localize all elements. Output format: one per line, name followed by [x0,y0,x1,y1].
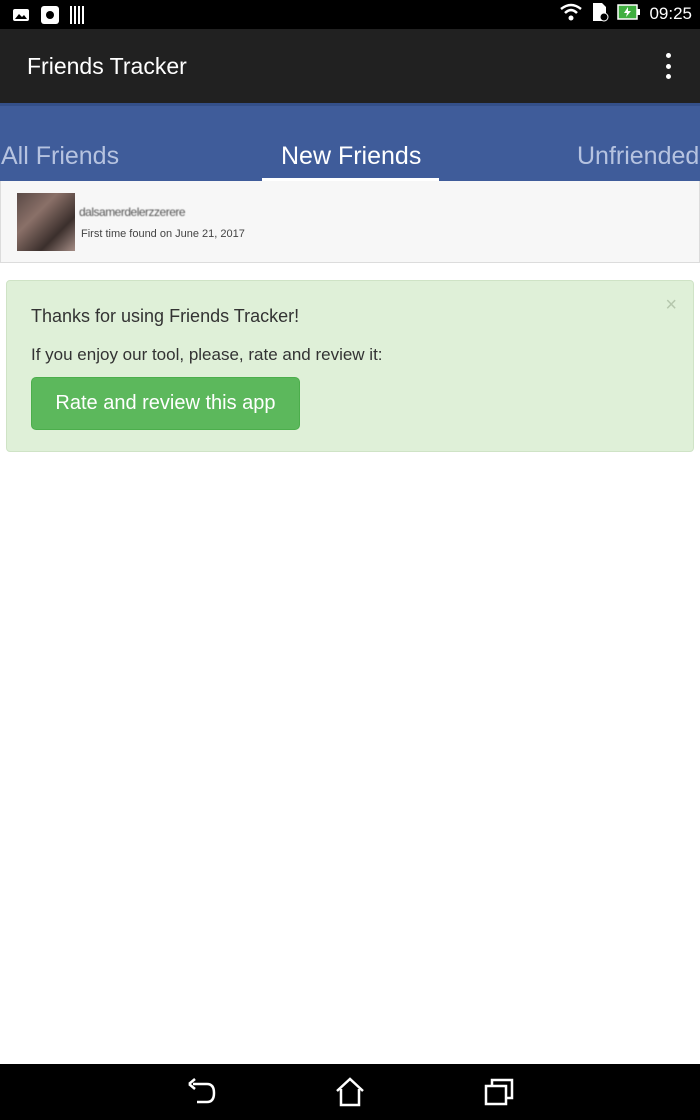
back-icon[interactable] [185,1076,219,1108]
friend-found-date: First time found on June 21, 2017 [81,228,245,240]
tab-unfriended[interactable]: Unfriended [577,142,699,171]
barcode-icon [70,6,84,29]
image-icon [12,7,30,28]
friend-list-item[interactable]: dalsamerdelerzzerere First time found on… [0,181,700,263]
home-icon[interactable] [333,1076,367,1108]
status-bar: 09:25 [0,0,700,29]
overflow-menu-icon[interactable] [658,53,678,79]
tab-new-friends[interactable]: New Friends [281,142,421,171]
app-bar: Friends Tracker [0,29,700,103]
tab-all-friends[interactable]: All Friends [1,142,119,171]
navigation-bar [0,1064,700,1120]
rate-review-button[interactable]: Rate and review this app [31,377,300,430]
battery-charging-icon [617,3,641,25]
tab-bar: All Friends New Friends Unfriended [0,103,700,181]
app-icon [40,5,60,30]
alert-prompt-text: If you enjoy our tool, please, rate and … [31,345,383,364]
status-time: 09:25 [649,4,692,23]
avatar [17,193,75,251]
recent-apps-icon[interactable] [482,1076,516,1108]
screen: 09:25 Friends Tracker All Friends New Fr… [0,0,700,1120]
app-title: Friends Tracker [27,53,187,79]
close-icon[interactable]: × [665,295,677,315]
rate-app-alert: × Thanks for using Friends Tracker! If y… [6,280,694,452]
friend-name: dalsamerdelerzzerere [79,205,186,219]
wifi-icon [559,3,583,26]
sim-icon [591,2,609,27]
alert-thanks-text: Thanks for using Friends Tracker! [31,306,300,326]
